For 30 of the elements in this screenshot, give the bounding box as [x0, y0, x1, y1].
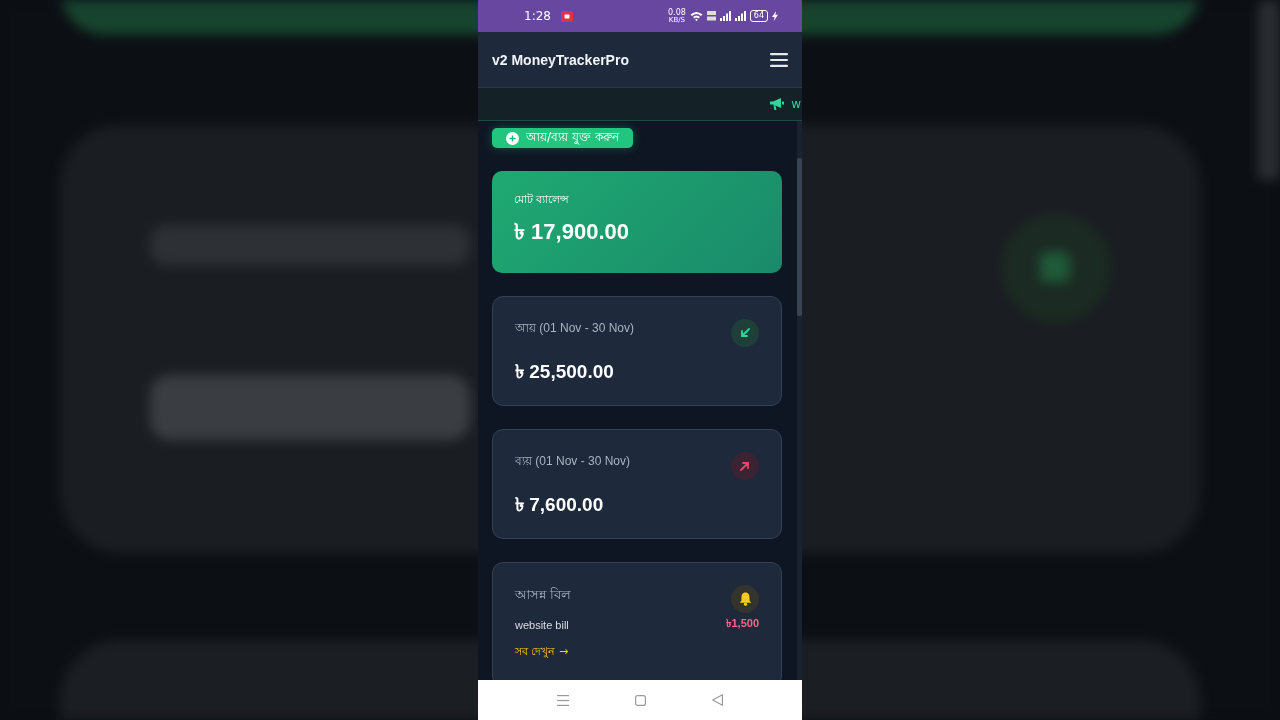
back-triangle-icon: [712, 694, 723, 706]
balance-amount: ৳ 17,900.00: [514, 218, 630, 246]
see-all-link[interactable]: সব দেখুন →: [515, 643, 569, 662]
home-square-icon: [635, 694, 646, 706]
balance-label: মোট ব্যালেন্স: [514, 192, 571, 208]
stat-label: ব্যয় (01 Nov - 30 Nov): [515, 453, 631, 470]
stat-amount: ৳ 25,500.00: [515, 360, 615, 384]
app-title: v2 MoneyTrackerPro: [492, 51, 629, 68]
arrow-down-left-icon: [740, 328, 750, 338]
signal-icon: [719, 11, 731, 21]
stat-label: আয় (01 Nov - 30 Nov): [515, 320, 635, 337]
recording-icon: [560, 10, 573, 22]
wifi-icon: [689, 11, 703, 21]
signal-icon: [734, 11, 746, 21]
clock-time: 1:28: [524, 9, 551, 23]
bill-amount: ৳1,500: [726, 616, 759, 631]
battery-level: 64: [753, 12, 764, 20]
announcement-text: w: [791, 97, 801, 111]
menu-icon: [770, 52, 788, 67]
scrollbar-thumb[interactable]: [797, 158, 802, 316]
stat-amount: ৳ 7,600.00: [515, 493, 605, 517]
megaphone-icon: [770, 98, 785, 110]
charging-icon: [772, 11, 778, 21]
bills-title: আসন্ন বিল: [515, 586, 572, 604]
network-speed: 0.08: [668, 8, 686, 17]
bill-name: website bill: [515, 618, 569, 631]
bell-icon: [738, 592, 752, 606]
plus-circle-icon: [506, 131, 519, 145]
arrow-up-right-icon: [740, 461, 750, 471]
menu-icon: [557, 694, 569, 706]
